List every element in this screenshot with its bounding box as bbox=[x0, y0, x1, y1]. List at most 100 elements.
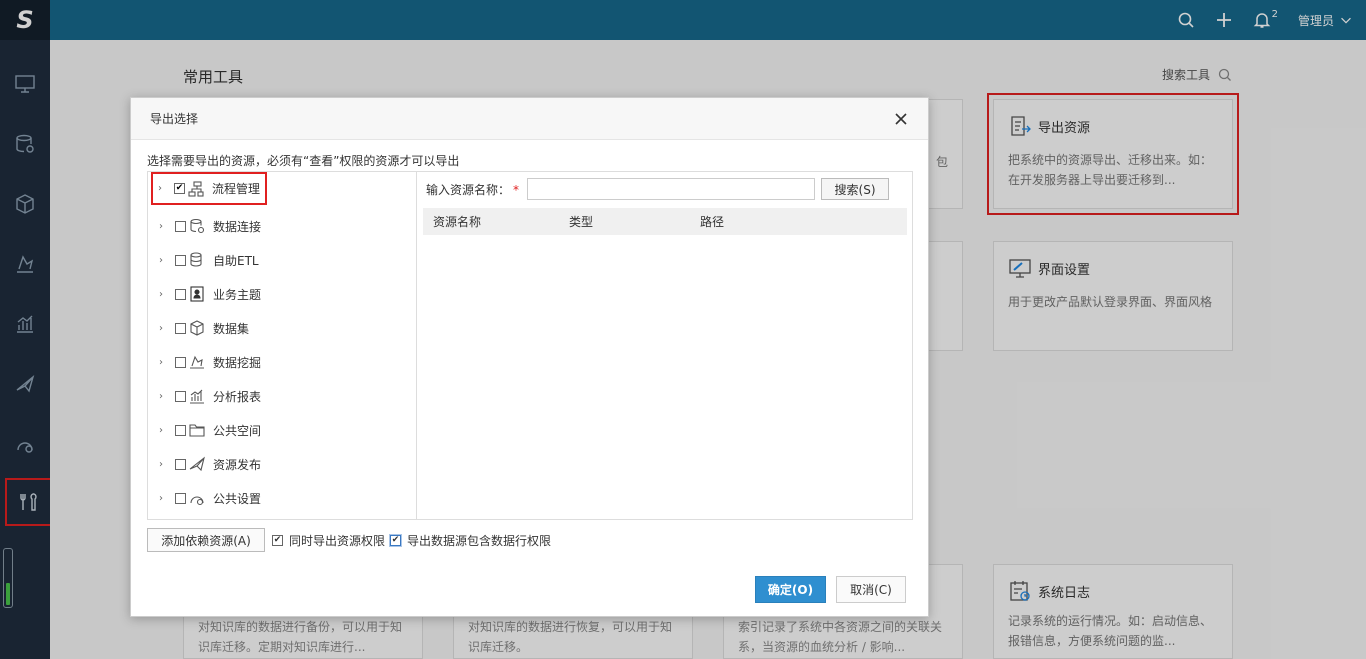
add-icon[interactable] bbox=[1215, 11, 1233, 29]
export-row-permission-option[interactable]: ✔ 导出数据源包含数据行权限 bbox=[390, 532, 551, 549]
publish-icon bbox=[189, 456, 205, 472]
dialog-title: 导出选择 bbox=[150, 112, 199, 126]
monitor-icon[interactable] bbox=[0, 64, 50, 104]
dialog-options: 添加依赖资源(A) ✔ 同时导出资源权限 ✔ 导出数据源包含数据行权限 bbox=[147, 528, 551, 552]
tree-checkbox[interactable] bbox=[175, 424, 186, 436]
option-checkbox[interactable]: ✔ bbox=[390, 534, 402, 546]
export-icon bbox=[1011, 116, 1031, 136]
tree-item-flow[interactable]: › ✔ 流程管理 bbox=[151, 172, 267, 205]
user-name: 管理员 bbox=[1297, 13, 1334, 28]
result-table-header: 资源名称 类型 路径 bbox=[423, 208, 907, 235]
dialog-header: 导出选择 bbox=[131, 98, 928, 140]
tree-label: 资源发布 bbox=[213, 457, 262, 472]
tree-checkbox[interactable] bbox=[175, 492, 186, 504]
notification-bell[interactable]: 2 bbox=[1253, 8, 1278, 29]
close-button[interactable] bbox=[890, 108, 912, 130]
left-sidebar: S bbox=[0, 0, 52, 659]
expand-arrow-icon[interactable]: › bbox=[159, 255, 169, 266]
export-dialog: 导出选择 选择需要导出的资源，必须有“查看”权限的资源才可以导出 › ✔ 流程管… bbox=[130, 97, 929, 617]
tree-label: 自助ETL bbox=[213, 253, 259, 268]
card-desc-line: 在开发服务器上导出要迁移到... bbox=[1008, 173, 1176, 187]
card-desc-line: 对知识库的数据进行备份，可以用于知 bbox=[198, 620, 403, 634]
tree-item-business-topic[interactable]: › 业务主题 bbox=[148, 277, 261, 311]
card-desc-line: 识库迁移。 bbox=[468, 640, 529, 654]
card-desc-line: 对知识库的数据进行恢复，可以用于知 bbox=[468, 620, 673, 634]
card-title: 导出资源 bbox=[1038, 120, 1091, 136]
etl-icon bbox=[190, 252, 202, 267]
search-icon[interactable] bbox=[1177, 11, 1195, 29]
notification-count: 2 bbox=[1271, 8, 1278, 20]
close-icon bbox=[895, 112, 907, 125]
column-header-name[interactable]: 资源名称 bbox=[433, 213, 481, 230]
export-resource-card[interactable]: 导出资源 把系统中的资源导出、迁移出来。如： 在开发服务器上导出要迁移到... bbox=[987, 93, 1239, 215]
section-title: 常用工具 bbox=[183, 68, 244, 86]
cube-icon[interactable] bbox=[0, 184, 50, 224]
tree-checkbox[interactable] bbox=[175, 390, 186, 402]
tree-item-dataset[interactable]: › 数据集 bbox=[148, 311, 249, 345]
user-menu[interactable]: 管理员 bbox=[1298, 12, 1354, 29]
system-log-card[interactable]: 系统日志 记录系统的运行情况。如：启动信息、 报错信息，方便系统问题的监... bbox=[993, 564, 1233, 659]
expand-arrow-icon[interactable]: › bbox=[159, 357, 169, 368]
expand-arrow-icon[interactable]: › bbox=[159, 425, 169, 436]
cancel-button[interactable]: 取消(C) bbox=[836, 576, 906, 603]
tree-checkbox[interactable] bbox=[175, 254, 186, 266]
add-dependency-button[interactable]: 添加依赖资源(A) bbox=[147, 528, 265, 552]
tree-item-data-mining[interactable]: › 数据挖掘 bbox=[148, 345, 261, 379]
chart-icon[interactable] bbox=[0, 304, 50, 344]
column-header-type[interactable]: 类型 bbox=[569, 213, 593, 230]
tools-icon[interactable] bbox=[5, 478, 52, 526]
chevron-down-icon bbox=[1341, 17, 1351, 24]
mining-icon[interactable] bbox=[0, 244, 50, 284]
tree-label: 分析报表 bbox=[213, 389, 262, 404]
tree-item-publish[interactable]: › 资源发布 bbox=[148, 447, 261, 481]
confirm-button[interactable]: 确定(O) bbox=[755, 576, 826, 603]
public-settings-icon[interactable] bbox=[0, 424, 50, 464]
expand-arrow-icon[interactable]: › bbox=[159, 391, 169, 402]
data-connect-icon bbox=[190, 218, 205, 234]
progress-indicator bbox=[3, 548, 13, 608]
app-logo[interactable]: S bbox=[0, 0, 50, 40]
search-row: 输入资源名称： * 搜索(S) bbox=[426, 178, 890, 200]
card-desc-line: 识库迁移。定期对知识库进行... bbox=[198, 640, 366, 654]
send-icon[interactable] bbox=[0, 364, 50, 404]
resource-name-input[interactable] bbox=[527, 178, 816, 200]
expand-arrow-icon[interactable]: › bbox=[159, 221, 169, 232]
business-topic-icon bbox=[190, 286, 204, 302]
tree-checkbox[interactable] bbox=[175, 288, 186, 300]
card-desc-line: 用于更改产品默认登录界面、界面风格 bbox=[1008, 295, 1213, 309]
data-mining-icon bbox=[190, 355, 204, 369]
expand-arrow-icon[interactable]: › bbox=[159, 493, 169, 504]
card-desc-line: 系，当资源的血统分析 / 影响... bbox=[738, 640, 906, 654]
option-checkbox[interactable]: ✔ bbox=[272, 534, 283, 546]
search-icon bbox=[1218, 68, 1231, 81]
calendar-clock-icon bbox=[1010, 581, 1030, 601]
folder-icon bbox=[189, 424, 205, 437]
report-icon bbox=[190, 389, 204, 404]
dataset-icon bbox=[190, 320, 204, 336]
tree-checkbox[interactable] bbox=[175, 458, 186, 470]
tree-checkbox[interactable] bbox=[175, 356, 186, 368]
tree-checkbox[interactable] bbox=[175, 322, 186, 334]
tree-checkbox[interactable] bbox=[175, 220, 186, 232]
tree-item-report[interactable]: › 分析报表 bbox=[148, 379, 261, 413]
expand-arrow-icon[interactable]: › bbox=[159, 323, 169, 334]
tree-item-data-connect[interactable]: › 数据连接 bbox=[148, 209, 261, 243]
expand-arrow-icon[interactable]: › bbox=[159, 289, 169, 300]
column-header-path[interactable]: 路径 bbox=[700, 213, 724, 230]
tree-checkbox[interactable]: ✔ bbox=[174, 183, 185, 194]
search-tool[interactable]: 搜索工具 bbox=[1162, 66, 1232, 83]
expand-arrow-icon[interactable]: › bbox=[158, 183, 168, 194]
tree-label: 数据连接 bbox=[213, 219, 262, 234]
expand-arrow-icon[interactable]: › bbox=[159, 459, 169, 470]
top-bar: 2 管理员 bbox=[50, 0, 1366, 40]
search-button[interactable]: 搜索(S) bbox=[821, 178, 890, 200]
tree-item-etl[interactable]: › 自助ETL bbox=[148, 243, 259, 277]
search-label: 输入资源名称： * bbox=[426, 182, 520, 197]
option-label: 导出数据源包含数据行权限 bbox=[407, 533, 552, 548]
tree-item-public-space[interactable]: › 公共空间 bbox=[148, 413, 261, 447]
tree-item-public-settings[interactable]: › 公共设置 bbox=[148, 481, 261, 515]
database-icon[interactable] bbox=[0, 124, 50, 164]
ui-settings-card[interactable]: 界面设置 用于更改产品默认登录界面、界面风格 bbox=[993, 241, 1233, 351]
monitor-brush-icon bbox=[1009, 259, 1031, 278]
export-permission-option[interactable]: ✔ 同时导出资源权限 bbox=[272, 532, 385, 549]
